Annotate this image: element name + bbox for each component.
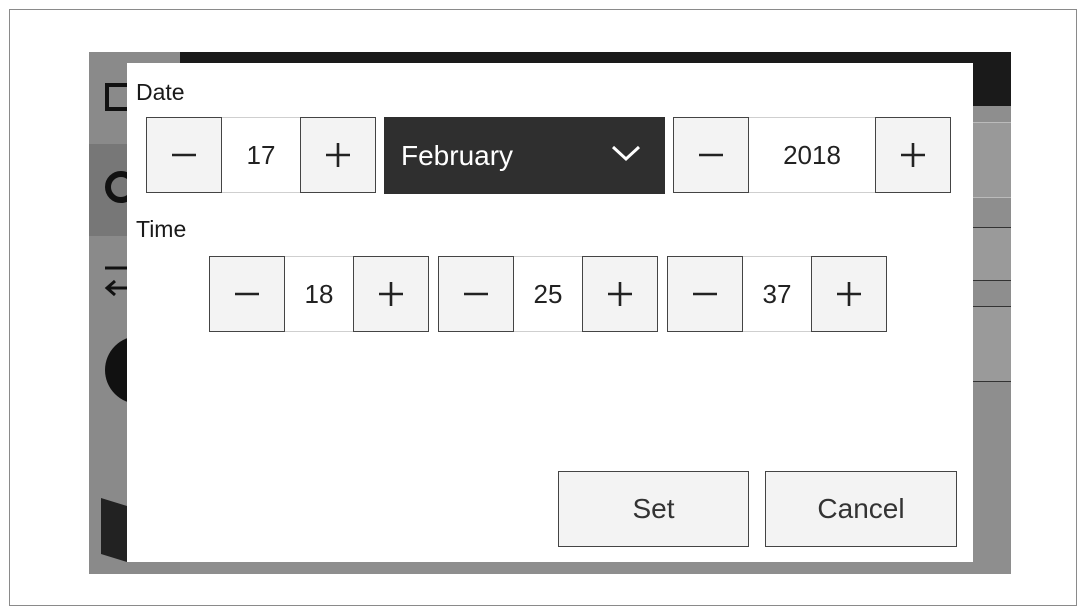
year-increment-button[interactable] [875,117,951,193]
plus-icon [326,143,350,167]
second-value[interactable]: 37 [743,256,811,332]
year-value[interactable]: 2018 [749,117,875,193]
minus-icon [693,292,717,296]
month-value: February [401,139,514,171]
second-decrement-button[interactable] [667,256,743,332]
plus-icon [837,282,861,306]
minute-increment-button[interactable] [582,256,658,332]
minus-icon [464,292,488,296]
cancel-button[interactable]: Cancel [765,471,957,547]
minute-decrement-button[interactable] [438,256,514,332]
hour-value[interactable]: 18 [285,256,353,332]
minus-icon [172,153,196,157]
hour-increment-button[interactable] [353,256,429,332]
second-increment-button[interactable] [811,256,887,332]
minus-icon [235,292,259,296]
minus-icon [699,153,723,157]
day-increment-button[interactable] [300,117,376,193]
set-button[interactable]: Set [558,471,749,547]
minute-spinner: 25 [438,256,658,332]
date-time-dialog: Date 17 February 2018 Time 18 25 37 Set … [127,63,973,562]
day-value[interactable]: 17 [222,117,300,193]
plus-icon [379,282,403,306]
day-spinner: 17 [146,117,376,193]
year-spinner: 2018 [673,117,951,193]
minute-value[interactable]: 25 [514,256,582,332]
date-label: Date [136,79,185,105]
day-decrement-button[interactable] [146,117,222,193]
time-label: Time [136,216,187,242]
second-spinner: 37 [667,256,887,332]
chevron-down-icon [611,145,641,162]
hour-decrement-button[interactable] [209,256,285,332]
year-decrement-button[interactable] [673,117,749,193]
month-select[interactable]: February [384,117,665,194]
plus-icon [608,282,632,306]
plus-icon [901,143,925,167]
hour-spinner: 18 [209,256,429,332]
